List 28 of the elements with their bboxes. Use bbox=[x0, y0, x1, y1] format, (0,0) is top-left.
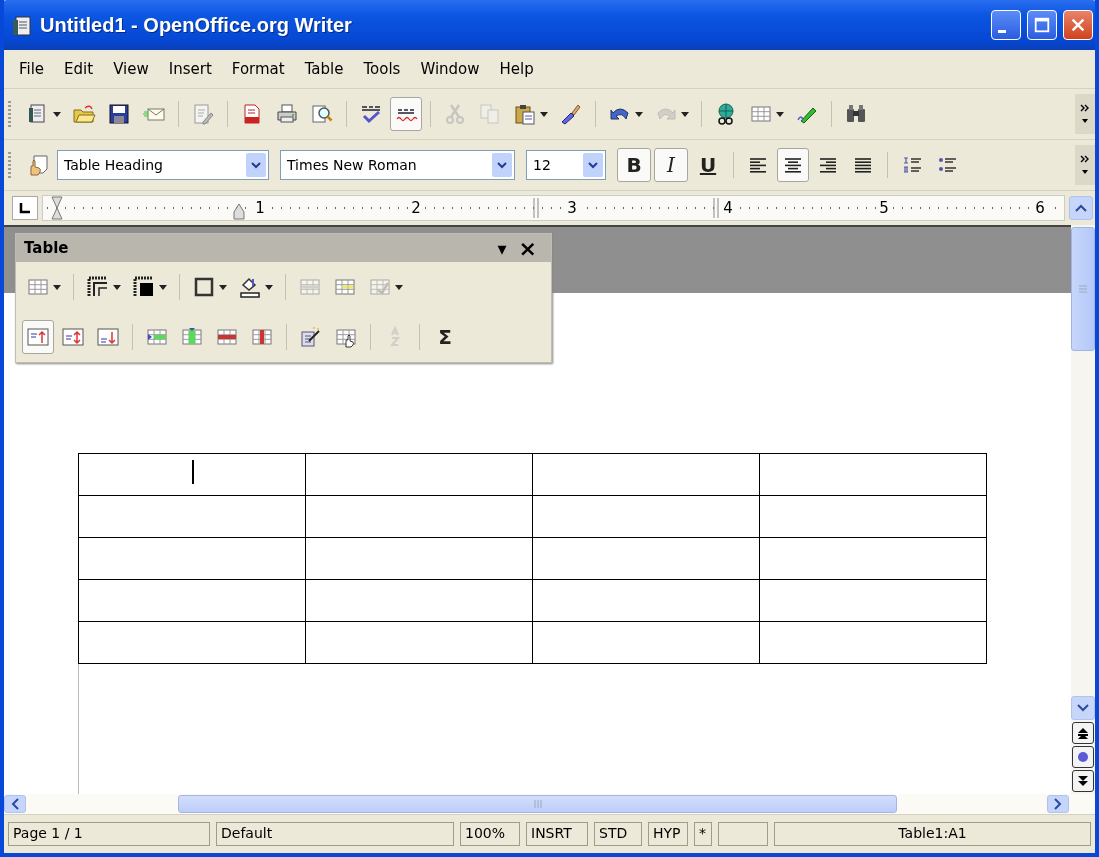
dropdown-field[interactable]: 12 bbox=[526, 150, 606, 180]
menu-item[interactable]: Window bbox=[411, 58, 489, 80]
menu-item[interactable]: Format bbox=[222, 58, 294, 80]
menu-item[interactable]: Insert bbox=[159, 58, 221, 80]
status-field: * bbox=[694, 822, 712, 846]
status-field: Page 1 / 1 bbox=[8, 822, 210, 846]
close-button[interactable]: × bbox=[512, 235, 543, 261]
dropdown-field[interactable]: Table Heading bbox=[57, 150, 269, 180]
italic-button[interactable]: I bbox=[654, 148, 688, 182]
status-field: INSRT bbox=[526, 822, 588, 846]
sum-button[interactable]: Σ bbox=[428, 320, 462, 354]
menu-item[interactable]: Help bbox=[490, 58, 543, 80]
menu-item[interactable]: Tools bbox=[354, 58, 410, 80]
menu-item[interactable]: File bbox=[10, 58, 54, 80]
status-field: HYP bbox=[648, 822, 688, 846]
status-field: 100% bbox=[460, 822, 520, 846]
dropdown-field[interactable]: Times New Roman bbox=[280, 150, 515, 180]
toolbar-title: Table bbox=[24, 239, 69, 257]
underline-button[interactable]: U bbox=[691, 148, 725, 182]
status-field: Default bbox=[216, 822, 454, 846]
window-title: Untitled1 - OpenOffice.org Writer bbox=[40, 13, 352, 37]
status-field: STD bbox=[594, 822, 642, 846]
bold-button[interactable]: B bbox=[617, 148, 651, 182]
toolbar-menu-button[interactable]: ▾ bbox=[491, 237, 513, 259]
menu-item[interactable]: Edit bbox=[55, 58, 103, 80]
status-field: Table1:A1 bbox=[774, 822, 1091, 846]
menu-item[interactable]: View bbox=[104, 58, 158, 80]
menu-item[interactable]: Table bbox=[295, 58, 353, 80]
